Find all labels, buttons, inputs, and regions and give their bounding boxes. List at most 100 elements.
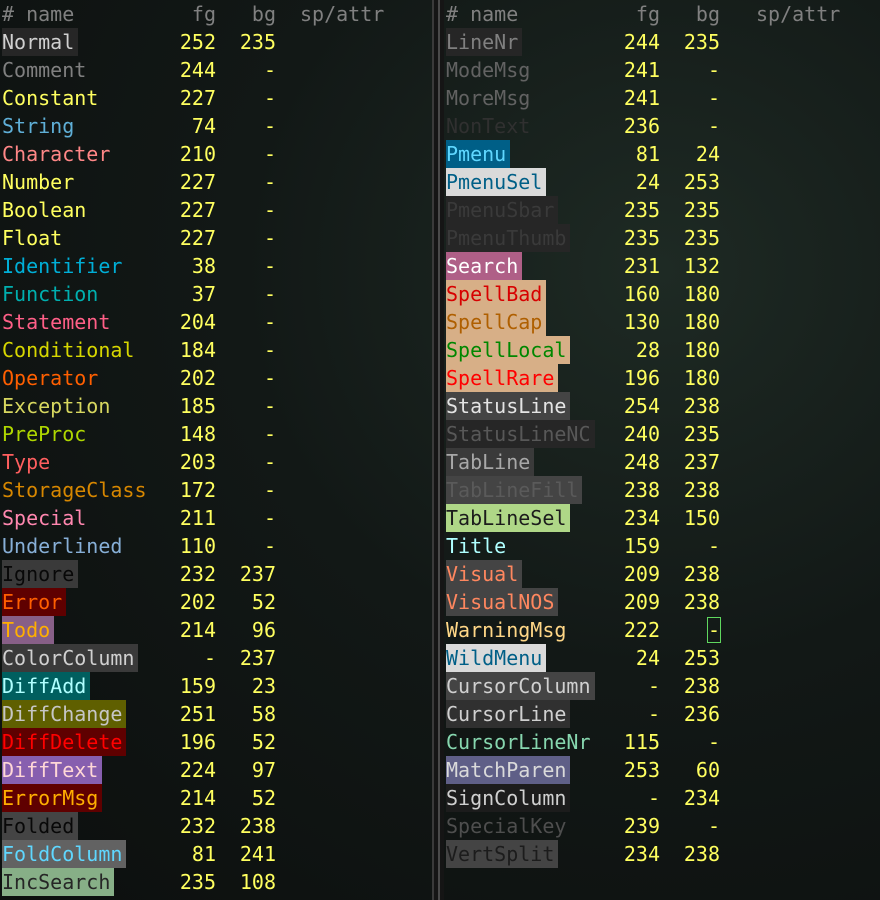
fg-value: 172 (179, 478, 216, 502)
header-fg: fg (191, 2, 216, 26)
bg-value: - (660, 616, 722, 644)
group-name: TabLineSel (446, 504, 571, 532)
group-name: LineNr (446, 28, 523, 56)
highlight-row: Pmenu 81 24 (444, 140, 880, 168)
header-name: # name (446, 2, 519, 26)
bg-value: 235 (683, 226, 720, 250)
highlight-row: WildMenu 24 253 (444, 644, 880, 672)
column-header: # name fg bg sp/attr (444, 0, 880, 28)
bg-value: 132 (683, 254, 720, 278)
fg-value: 252 (179, 30, 216, 54)
bg-value: 235 (239, 30, 276, 54)
group-name: Number (2, 170, 75, 194)
bg-value: 60 (695, 758, 720, 782)
group-name: Ignore (2, 560, 79, 588)
group-name: Statement (2, 310, 111, 334)
fg-value: 224 (179, 758, 216, 782)
bg-value: - (707, 86, 720, 110)
highlight-row: Ignore 232 237 (0, 560, 432, 588)
highlight-row: Constant 227 - (0, 84, 432, 112)
bg-value: - (263, 422, 276, 446)
fg-value: 81 (191, 842, 216, 866)
bg-value: - (707, 534, 720, 558)
highlight-row: VertSplit 234 238 (444, 840, 880, 868)
group-name: Function (2, 282, 99, 306)
fg-value: - (647, 786, 660, 810)
group-name: VisualNOS (446, 588, 559, 616)
fg-value: 232 (179, 562, 216, 586)
bg-value: 237 (239, 646, 276, 670)
group-name: CursorColumn (446, 672, 595, 700)
highlight-row: DiffAdd 159 23 (0, 672, 432, 700)
highlight-row: Float 227 - (0, 224, 432, 252)
fg-value: 248 (623, 450, 660, 474)
group-name: StorageClass (2, 478, 147, 502)
bg-value: 24 (695, 142, 720, 166)
highlight-row: DiffDelete 196 52 (0, 728, 432, 756)
fg-value: 232 (179, 814, 216, 838)
group-name: DiffChange (2, 700, 127, 728)
highlight-row: Underlined 110 - (0, 532, 432, 560)
highlight-row: TabLineSel 234 150 (444, 504, 880, 532)
group-name: Constant (2, 86, 99, 110)
fg-value: 235 (623, 226, 660, 250)
bg-value: 23 (251, 674, 276, 698)
group-name: Operator (2, 366, 99, 390)
fg-value: 235 (623, 198, 660, 222)
fg-value: 244 (623, 30, 660, 54)
bg-value: - (263, 450, 276, 474)
fg-value: 185 (179, 394, 216, 418)
highlight-row: FoldColumn 81 241 (0, 840, 432, 868)
highlight-row: MoreMsg 241 - (444, 84, 880, 112)
bg-value: 52 (251, 590, 276, 614)
fg-value: 184 (179, 338, 216, 362)
fg-value: 196 (179, 730, 216, 754)
fg-value: 253 (623, 758, 660, 782)
fg-value: 196 (623, 366, 660, 390)
highlight-row: Folded 232 238 (0, 812, 432, 840)
bg-value: 235 (683, 422, 720, 446)
fg-value: 234 (623, 506, 660, 530)
right-highlight-pane[interactable]: # name fg bg sp/attr LineNr 244 235 ModeMsg… (444, 0, 880, 900)
group-name: PmenuSel (446, 168, 547, 196)
fg-value: 254 (623, 394, 660, 418)
highlight-row: DiffChange 251 58 (0, 700, 432, 728)
highlight-row: MatchParen 253 60 (444, 756, 880, 784)
fg-value: 203 (179, 450, 216, 474)
vertical-split-bar[interactable] (432, 0, 444, 900)
group-name: SignColumn (446, 784, 571, 812)
bg-value: 238 (239, 814, 276, 838)
highlight-row: Todo 214 96 (0, 616, 432, 644)
bg-value: 180 (683, 366, 720, 390)
header-fg: fg (635, 2, 660, 26)
group-name: DiffAdd (2, 672, 91, 700)
bg-value: 236 (683, 702, 720, 726)
group-name: Todo (2, 616, 55, 644)
bg-value: 180 (683, 310, 720, 334)
highlight-row: String 74 - (0, 112, 432, 140)
group-name: WarningMsg (446, 618, 567, 642)
header-name: # name (2, 2, 75, 26)
fg-value: 24 (635, 170, 660, 194)
group-name: NonText (446, 114, 531, 138)
highlight-row: CursorColumn -238 (444, 672, 880, 700)
fg-value: 210 (179, 142, 216, 166)
fg-value: 209 (623, 562, 660, 586)
highlight-group-list: Normal 252 235 Comment 244- Constant 227- Strin… (0, 28, 432, 896)
bg-value: - (263, 310, 276, 334)
fg-value: 74 (191, 114, 216, 138)
fg-value: 227 (179, 170, 216, 194)
left-highlight-pane[interactable]: # name fg bg sp/attr Normal 252 235 Comment… (0, 0, 432, 900)
bg-value: - (263, 534, 276, 558)
header-bg: bg (695, 2, 720, 26)
fg-value: 81 (635, 142, 660, 166)
highlight-row: Comment 244 - (0, 56, 432, 84)
group-name: SpellCap (446, 308, 547, 336)
highlight-row: Error 202 52 (0, 588, 432, 616)
bg-value: - (263, 254, 276, 278)
bg-value: - (263, 394, 276, 418)
fg-value: - (203, 646, 216, 670)
fg-value: 241 (623, 86, 660, 110)
highlight-row: Title 159 - (444, 532, 880, 560)
group-name: DiffText (2, 756, 103, 784)
